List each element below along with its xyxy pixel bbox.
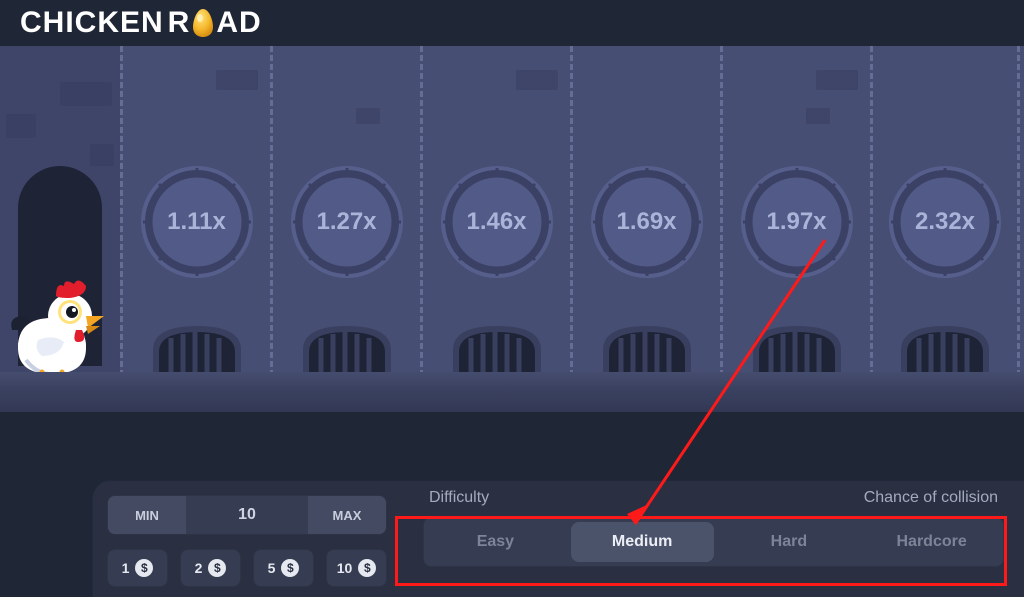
difficulty-option-hardcore[interactable]: Hardcore <box>860 518 1003 566</box>
difficulty-option-easy[interactable]: Easy <box>424 518 567 566</box>
multiplier-disc: 1.69x <box>591 166 703 278</box>
bet-max-button[interactable]: MAX <box>308 496 386 534</box>
dollar-icon: $ <box>135 559 153 577</box>
brick-decor <box>6 114 36 138</box>
dollar-icon: $ <box>358 559 376 577</box>
sewer-grate-icon <box>145 320 249 382</box>
chip-amount: 2 <box>195 560 203 576</box>
logo-text-right: R AD <box>168 6 262 40</box>
sewer-grate-icon <box>595 320 699 382</box>
control-panel: MIN 10 MAX 1 $ 2 $ 5 $ 10 $ Difficu <box>92 480 1024 597</box>
bet-value-display[interactable]: 10 <box>186 496 308 534</box>
lane[interactable]: 1.97x <box>720 46 870 412</box>
bet-amount-stepper: MIN 10 MAX <box>107 495 387 535</box>
dollar-icon: $ <box>281 559 299 577</box>
brick-decor <box>90 144 114 166</box>
multiplier-value: 1.46x <box>441 166 553 278</box>
quick-bet-chip[interactable]: 10 $ <box>326 549 387 587</box>
multiplier-value: 1.97x <box>741 166 853 278</box>
brick-decor <box>806 108 830 124</box>
brick-decor <box>816 70 858 90</box>
multiplier-value: 1.69x <box>591 166 703 278</box>
multiplier-disc: 1.27x <box>291 166 403 278</box>
chip-amount: 10 <box>337 560 353 576</box>
chip-amount: 1 <box>122 560 130 576</box>
brick-decor <box>216 70 258 90</box>
lane[interactable]: 1.46x <box>420 46 570 412</box>
difficulty-selector: Easy Medium Hard Hardcore <box>423 517 1004 567</box>
game-stage: 1.11x 1.27x <box>0 46 1024 412</box>
multiplier-value: 2.32x <box>889 166 1001 278</box>
sewer-grate-icon <box>295 320 399 382</box>
quick-bet-row: 1 $ 2 $ 5 $ 10 $ <box>107 549 387 587</box>
brick-decor <box>516 70 558 90</box>
collision-label: Chance of collision <box>864 489 998 507</box>
difficulty-panel: Difficulty Chance of collision Easy Medi… <box>423 489 1004 567</box>
egg-icon <box>190 8 216 38</box>
lane[interactable]: 1.69x <box>570 46 720 412</box>
lane[interactable]: 2.32x <box>870 46 1020 412</box>
quick-bet-chip[interactable]: 5 $ <box>253 549 314 587</box>
multiplier-value: 1.27x <box>291 166 403 278</box>
multiplier-disc: 1.11x <box>141 166 253 278</box>
multiplier-disc: 2.32x <box>889 166 1001 278</box>
difficulty-option-medium[interactable]: Medium <box>571 522 714 562</box>
dollar-icon: $ <box>208 559 226 577</box>
lane[interactable]: 1.27x <box>270 46 420 412</box>
brick-decor <box>356 108 380 124</box>
quick-bet-chip[interactable]: 1 $ <box>107 549 168 587</box>
brick-decor <box>60 82 112 106</box>
sewer-grate-icon <box>745 320 849 382</box>
lane[interactable]: 1.11x <box>120 46 270 412</box>
chip-amount: 5 <box>268 560 276 576</box>
difficulty-label: Difficulty <box>429 489 489 507</box>
difficulty-option-hard[interactable]: Hard <box>718 518 861 566</box>
sewer-grate-icon <box>893 320 997 382</box>
game-logo: CHICKEN R AD <box>20 6 262 40</box>
chicken-icon <box>8 276 104 382</box>
multiplier-value: 1.11x <box>141 166 253 278</box>
bet-controls: MIN 10 MAX 1 $ 2 $ 5 $ 10 $ <box>107 495 387 587</box>
multiplier-disc: 1.46x <box>441 166 553 278</box>
sewer-grate-icon <box>445 320 549 382</box>
lane-container: 1.11x 1.27x <box>120 46 1024 412</box>
start-pen <box>0 46 120 412</box>
quick-bet-chip[interactable]: 2 $ <box>180 549 241 587</box>
bet-min-button[interactable]: MIN <box>108 496 186 534</box>
multiplier-disc: 1.97x <box>741 166 853 278</box>
logo-text-left: CHICKEN <box>20 6 164 40</box>
